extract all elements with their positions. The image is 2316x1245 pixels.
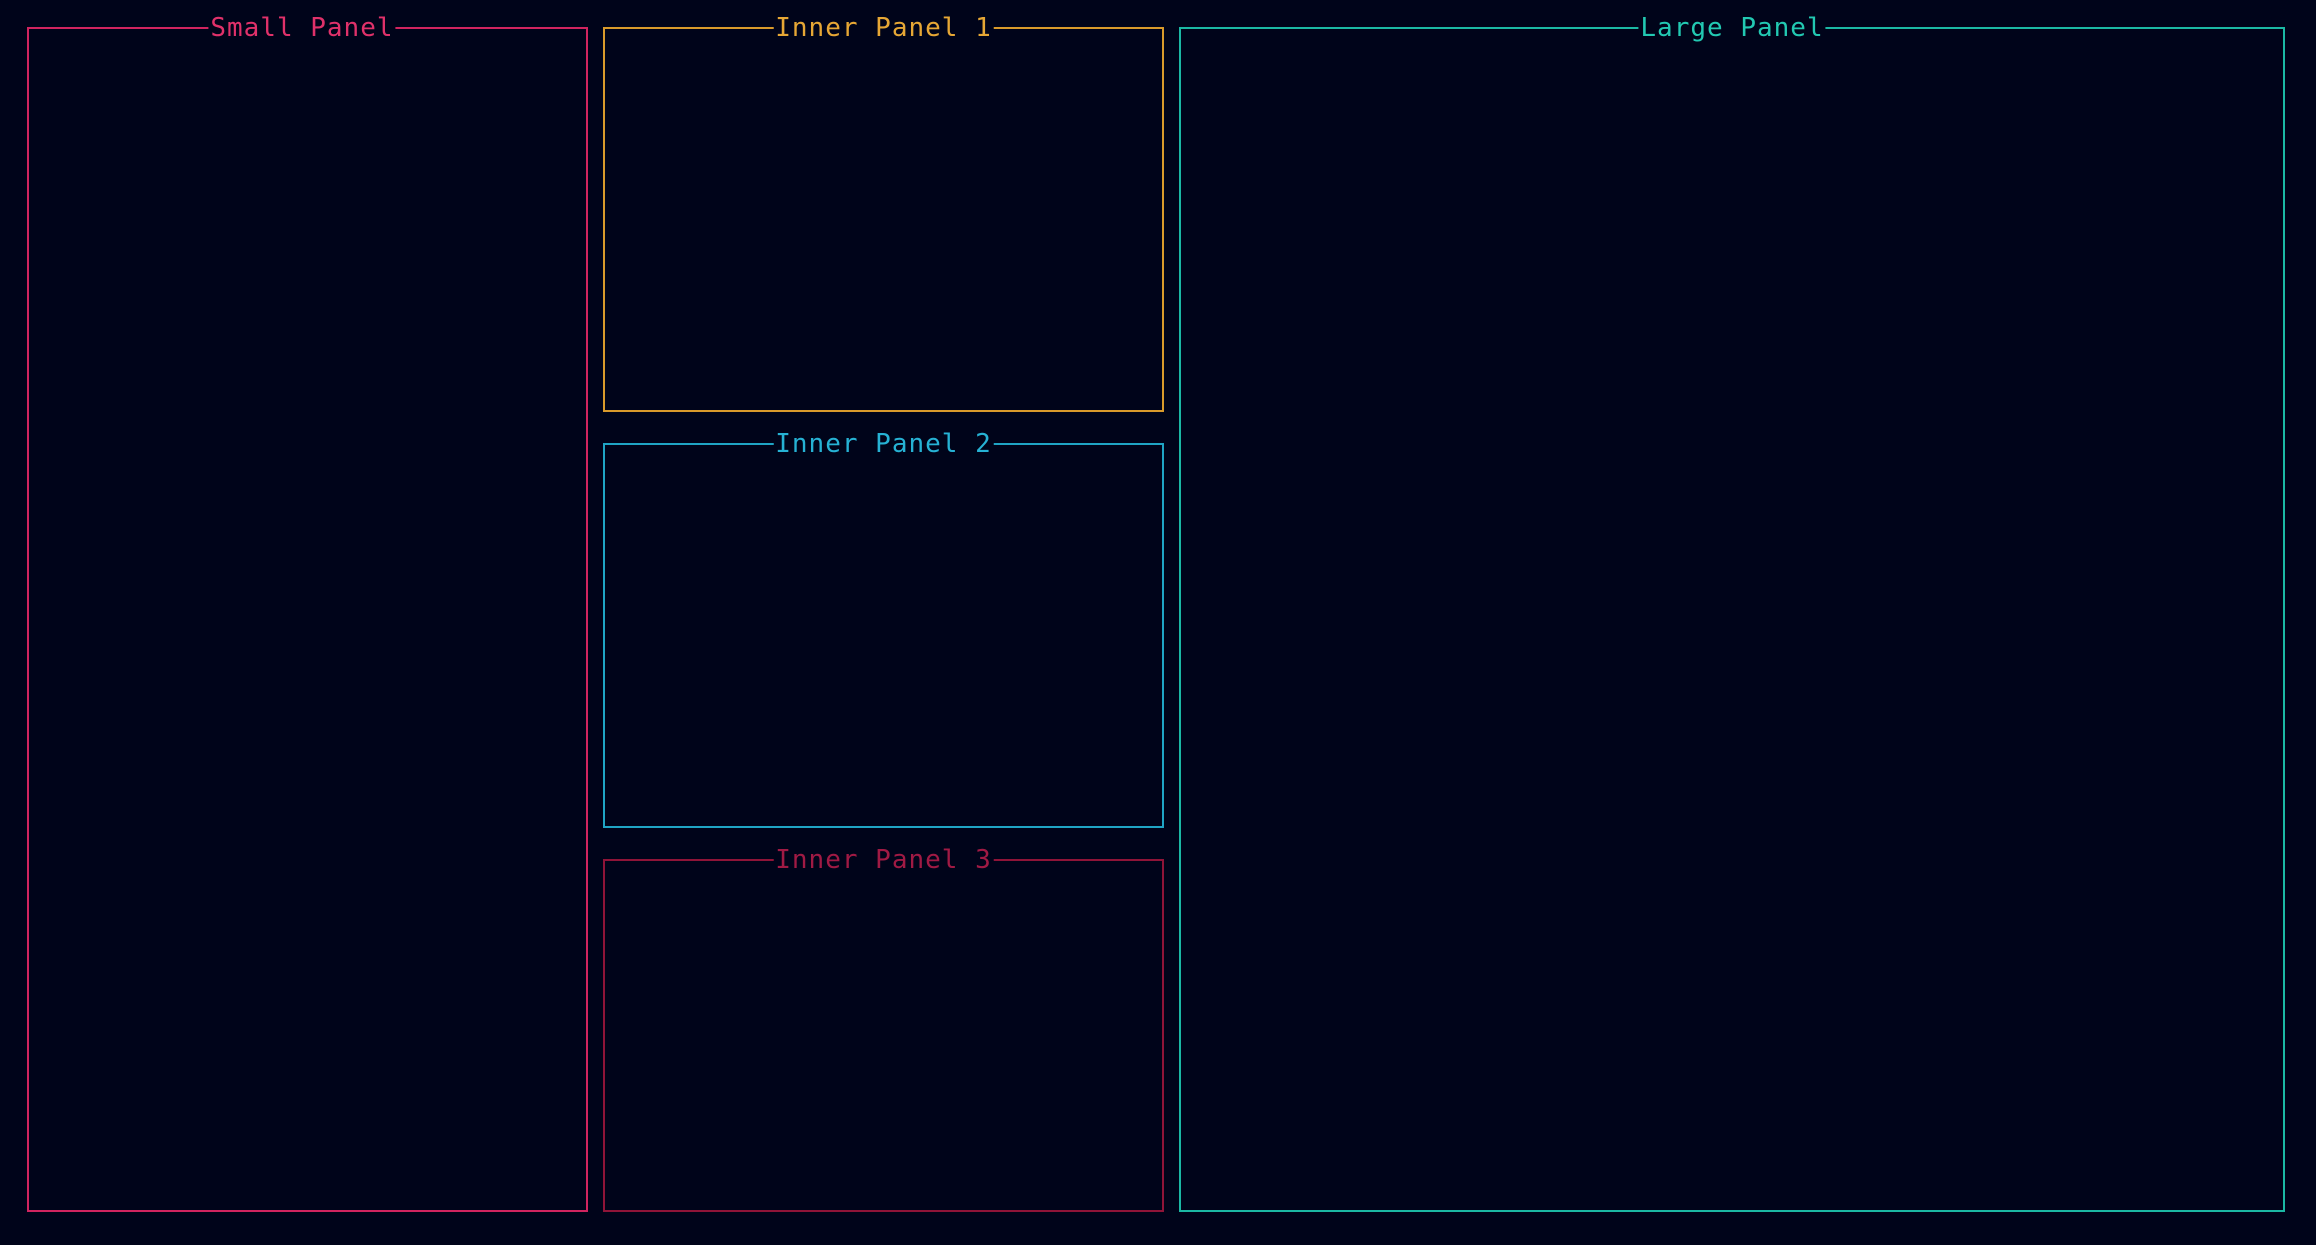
inner-panel-1-title: Inner Panel 1 <box>773 11 994 45</box>
small-panel-title: Small Panel <box>208 11 396 45</box>
small-panel[interactable]: Small Panel <box>27 11 588 1212</box>
inner-panel-2[interactable]: Inner Panel 2 <box>603 427 1164 828</box>
inner-panel-1[interactable]: Inner Panel 1 <box>603 11 1164 412</box>
terminal-screen: Small Panel Inner Panel 1 Inner Panel 2 … <box>0 0 2316 1245</box>
large-panel-title: Large Panel <box>1638 11 1826 45</box>
inner-panel-3-title: Inner Panel 3 <box>773 843 994 877</box>
inner-panel-2-title: Inner Panel 2 <box>773 427 994 461</box>
inner-panel-3[interactable]: Inner Panel 3 <box>603 843 1164 1212</box>
large-panel[interactable]: Large Panel <box>1179 11 2285 1212</box>
